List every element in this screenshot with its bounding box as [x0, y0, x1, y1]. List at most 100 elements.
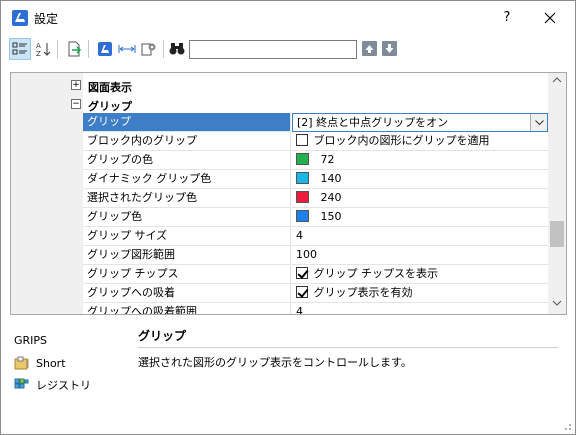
color-swatch — [296, 191, 309, 203]
color-value: 72 — [320, 153, 335, 166]
property-row-grip-snap-range[interactable]: グリップへの吸着範囲 4 — [11, 303, 548, 314]
property-value[interactable]: グリップ表示を有効 — [292, 284, 548, 303]
color-swatch — [296, 153, 309, 165]
property-value[interactable]: 140 — [292, 170, 548, 189]
group-label: グリップ — [88, 100, 132, 113]
window-title: 設定 — [34, 12, 59, 26]
group-drawing-display[interactable]: + 図面表示 — [11, 76, 548, 95]
checkbox[interactable] — [296, 286, 308, 298]
resize-grip-icon[interactable] — [562, 421, 572, 431]
app-logo-icon — [12, 10, 28, 26]
expand-icon[interactable]: + — [71, 80, 81, 90]
search-input[interactable] — [189, 40, 357, 59]
checkbox[interactable] — [296, 267, 308, 279]
property-row-grip-snap[interactable]: グリップへの吸着 グリップ表示を有効 — [11, 284, 548, 303]
close-button[interactable] — [539, 7, 561, 29]
category-short[interactable]: Short — [14, 354, 66, 372]
property-row-grip-hover-color[interactable]: グリップ色 150 — [11, 208, 548, 227]
property-value[interactable]: 240 — [292, 189, 548, 208]
svg-text:Z: Z — [36, 50, 41, 57]
color-value: 150 — [320, 210, 342, 223]
collapse-icon[interactable]: − — [71, 99, 81, 109]
categorized-view-button[interactable] — [9, 38, 31, 60]
category-registry[interactable]: レジストリ — [14, 376, 91, 394]
color-swatch — [296, 172, 309, 184]
help-button[interactable]: ? — [497, 8, 517, 28]
divider — [138, 347, 558, 348]
group-label: 図面表示 — [88, 81, 132, 94]
property-value[interactable]: 4 — [292, 227, 548, 246]
variable-name: GRIPS — [14, 334, 48, 347]
property-value[interactable]: グリップ チップスを表示 — [292, 265, 548, 284]
checkbox-label: グリップ チップスを表示 — [313, 267, 439, 280]
categorized-icon — [12, 42, 27, 55]
title-bar: 設定 ? — [1, 1, 575, 34]
property-grid: + 図面表示 − グリップ グリップ [2] 終点と中点グリップをオン ブロック… — [10, 72, 567, 315]
arrow-down-icon — [385, 44, 394, 53]
registry-icon — [14, 378, 29, 389]
property-value[interactable]: 150 — [292, 208, 548, 227]
property-row-grip-color[interactable]: グリップの色 72 — [11, 151, 548, 170]
property-row-grip-tips[interactable]: グリップ チップス グリップ チップスを表示 — [11, 265, 548, 284]
property-name: ブロック内のグリップ — [83, 132, 291, 151]
svg-text:A: A — [36, 42, 41, 50]
toolbar: A Z — [1, 34, 575, 64]
close-icon — [544, 12, 556, 24]
folder-icon — [14, 356, 29, 370]
property-value[interactable]: 72 — [292, 151, 548, 170]
property-row-grips-in-blocks[interactable]: ブロック内のグリップ ブロック内の図形にグリップを適用 — [11, 132, 548, 151]
property-value[interactable]: ブロック内の図形にグリップを適用 — [292, 132, 548, 151]
property-name: グリップへの吸着範囲 — [83, 303, 291, 314]
property-row-dynamic-grip-color[interactable]: ダイナミック グリップ色 140 — [11, 170, 548, 189]
description-text: 選択された図形のグリップ表示をコントロールします。 — [138, 356, 412, 369]
app-logo-icon — [98, 42, 112, 56]
property-row-grip-object-limit[interactable]: グリップ図形範囲 100 — [11, 246, 548, 265]
scroll-down-icon[interactable] — [552, 299, 562, 307]
drawing-gear-icon — [141, 43, 156, 56]
alphabetical-sort-button[interactable]: A Z — [32, 38, 54, 60]
find-button[interactable] — [166, 38, 188, 60]
group-grips[interactable]: − グリップ — [11, 95, 548, 114]
property-row-selected-grip-color[interactable]: 選択されたグリップ色 240 — [11, 189, 548, 208]
grips-mode-select[interactable]: [2] 終点と中点グリップをオン — [292, 113, 548, 132]
chevron-down-icon — [534, 119, 544, 125]
checkbox[interactable] — [296, 134, 308, 146]
color-value: 140 — [320, 172, 342, 185]
checkbox-label: グリップ表示を有効 — [313, 286, 413, 299]
sort-az-icon: A Z — [36, 42, 51, 57]
category-label: レジストリ — [36, 379, 91, 392]
help-label: ? — [503, 10, 511, 25]
drawing-settings-button[interactable] — [138, 38, 160, 60]
property-name: グリップ サイズ — [83, 227, 291, 246]
property-name: グリップへの吸着 — [83, 284, 291, 303]
property-row-grip-size[interactable]: グリップ サイズ 4 — [11, 227, 548, 246]
find-previous-button[interactable] — [362, 41, 377, 56]
dropdown-button[interactable] — [530, 114, 547, 131]
description-title: グリップ — [138, 329, 187, 343]
scrollbar-thumb[interactable] — [550, 221, 564, 247]
property-row-grips[interactable]: グリップ [2] 終点と中点グリップをオン — [11, 113, 548, 132]
property-name: 選択されたグリップ色 — [83, 189, 291, 208]
property-value[interactable]: 4 — [292, 303, 548, 314]
find-next-button[interactable] — [382, 41, 397, 56]
export-icon — [68, 41, 82, 57]
app-settings-button[interactable] — [94, 38, 116, 60]
property-name: グリップ — [83, 113, 291, 132]
property-name: ダイナミック グリップ色 — [83, 170, 291, 189]
color-value: 240 — [320, 191, 342, 204]
export-button[interactable] — [63, 38, 85, 60]
select-value: [2] 終点と中点グリップをオン — [297, 116, 449, 129]
scroll-up-icon[interactable] — [552, 76, 562, 84]
vertical-scrollbar[interactable] — [548, 73, 566, 314]
property-name: グリップの色 — [83, 151, 291, 170]
binoculars-icon — [169, 43, 185, 55]
category-label: Short — [36, 356, 66, 370]
settings-window: 設定 ? A Z + 図面表示 − グリップ グリップ [2] 終点と中点グリッ… — [0, 0, 576, 435]
property-value[interactable]: 100 — [292, 246, 548, 265]
dimension-button[interactable] — [116, 38, 138, 60]
checkbox-label: ブロック内の図形にグリップを適用 — [313, 134, 490, 147]
color-swatch — [296, 210, 309, 222]
property-name: グリップ色 — [83, 208, 291, 227]
property-name: グリップ図形範囲 — [83, 246, 291, 265]
arrow-up-icon — [365, 45, 374, 53]
